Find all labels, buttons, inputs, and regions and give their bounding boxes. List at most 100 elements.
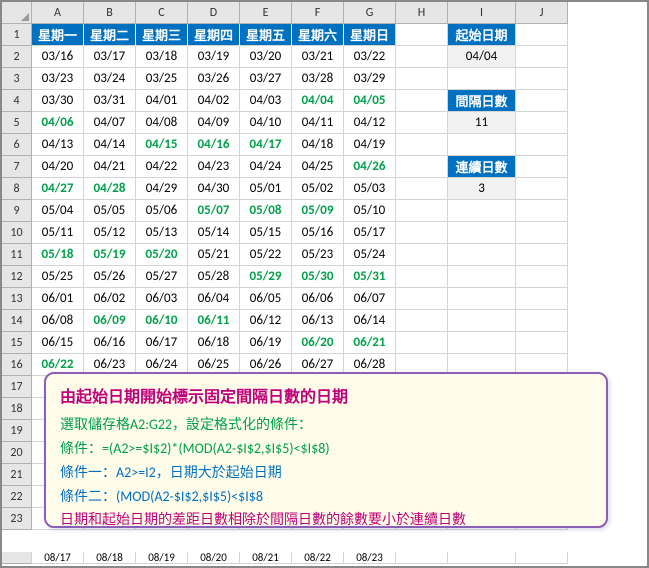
row-header[interactable]: 14 [2, 310, 32, 332]
col-header[interactable]: D [188, 2, 240, 24]
cell[interactable] [448, 310, 516, 332]
date-cell[interactable]: 06/04 [188, 288, 240, 310]
date-cell[interactable]: 06/02 [84, 288, 136, 310]
date-cell[interactable]: 05/18 [32, 244, 84, 266]
weekday-header[interactable]: 星期五 [240, 24, 292, 46]
date-cell[interactable]: 03/17 [84, 46, 136, 68]
date-cell[interactable]: 04/26 [344, 156, 396, 178]
start-date-value[interactable]: 04/04 [448, 46, 516, 68]
date-cell[interactable]: 03/24 [84, 68, 136, 90]
date-cell[interactable]: 03/19 [188, 46, 240, 68]
cell[interactable] [516, 288, 568, 310]
row-header[interactable]: 23 [2, 508, 32, 530]
date-cell[interactable]: 05/28 [188, 266, 240, 288]
cell[interactable] [516, 310, 568, 332]
row-header[interactable]: 18 [2, 398, 32, 420]
date-cell[interactable]: 06/01 [32, 288, 84, 310]
date-cell[interactable]: 04/17 [240, 134, 292, 156]
cell[interactable] [516, 24, 568, 46]
date-cell[interactable]: 04/07 [84, 112, 136, 134]
date-cell[interactable]: 04/25 [292, 156, 344, 178]
weekday-header[interactable]: 星期四 [188, 24, 240, 46]
cell[interactable] [448, 222, 516, 244]
date-cell[interactable]: 05/19 [84, 244, 136, 266]
date-cell[interactable]: 03/29 [344, 68, 396, 90]
date-cell[interactable]: 05/17 [344, 222, 396, 244]
date-cell[interactable]: 06/15 [32, 332, 84, 354]
date-cell[interactable]: 05/03 [344, 178, 396, 200]
date-cell[interactable]: 05/06 [136, 200, 188, 222]
date-cell[interactable]: 05/22 [240, 244, 292, 266]
date-cell[interactable]: 03/16 [32, 46, 84, 68]
row-header[interactable]: 13 [2, 288, 32, 310]
row-header[interactable]: 22 [2, 486, 32, 508]
date-cell[interactable]: 06/20 [292, 332, 344, 354]
date-cell[interactable]: 06/07 [344, 288, 396, 310]
col-header[interactable]: B [84, 2, 136, 24]
date-cell[interactable]: 04/14 [84, 134, 136, 156]
date-cell[interactable]: 06/11 [188, 310, 240, 332]
date-cell[interactable]: 03/20 [240, 46, 292, 68]
date-cell[interactable]: 04/19 [344, 134, 396, 156]
cell[interactable] [396, 24, 448, 46]
date-cell[interactable]: 05/20 [136, 244, 188, 266]
date-cell[interactable]: 06/10 [136, 310, 188, 332]
date-cell[interactable]: 04/24 [240, 156, 292, 178]
date-cell[interactable]: 06/17 [136, 332, 188, 354]
cell[interactable] [396, 68, 448, 90]
date-cell[interactable]: 04/06 [32, 112, 84, 134]
cell[interactable] [516, 46, 568, 68]
date-cell[interactable]: 03/31 [84, 90, 136, 112]
weekday-header[interactable]: 星期六 [292, 24, 344, 46]
cell[interactable] [516, 156, 568, 178]
date-cell[interactable]: 04/05 [344, 90, 396, 112]
date-cell[interactable]: 06/05 [240, 288, 292, 310]
cell[interactable] [516, 134, 568, 156]
cell[interactable] [516, 112, 568, 134]
col-header[interactable]: G [344, 2, 396, 24]
row-header[interactable]: 12 [2, 266, 32, 288]
date-cell[interactable]: 06/09 [84, 310, 136, 332]
weekday-header[interactable]: 星期日 [344, 24, 396, 46]
cell[interactable] [448, 68, 516, 90]
date-cell[interactable]: 04/10 [240, 112, 292, 134]
date-cell[interactable]: 04/04 [292, 90, 344, 112]
date-cell[interactable]: 06/18 [188, 332, 240, 354]
date-cell[interactable]: 04/08 [136, 112, 188, 134]
cell[interactable] [448, 200, 516, 222]
date-cell[interactable]: 05/30 [292, 266, 344, 288]
col-header[interactable]: H [396, 2, 448, 24]
row-header[interactable]: 15 [2, 332, 32, 354]
row-header[interactable]: 5 [2, 112, 32, 134]
date-cell[interactable]: 05/11 [32, 222, 84, 244]
row-header[interactable]: 21 [2, 464, 32, 486]
date-cell[interactable]: 05/05 [84, 200, 136, 222]
consec-label[interactable]: 連續日數 [448, 156, 516, 178]
date-cell[interactable]: 06/08 [32, 310, 84, 332]
date-cell[interactable]: 06/16 [84, 332, 136, 354]
cell[interactable] [448, 266, 516, 288]
date-cell[interactable]: 05/12 [84, 222, 136, 244]
date-cell[interactable]: 03/30 [32, 90, 84, 112]
date-cell[interactable]: 04/22 [136, 156, 188, 178]
date-cell[interactable]: 04/18 [292, 134, 344, 156]
date-cell[interactable]: 04/20 [32, 156, 84, 178]
date-cell[interactable]: 06/03 [136, 288, 188, 310]
cell[interactable] [448, 134, 516, 156]
row-header[interactable]: 3 [2, 68, 32, 90]
date-cell[interactable]: 05/10 [344, 200, 396, 222]
date-cell[interactable]: 04/12 [344, 112, 396, 134]
cell[interactable] [396, 266, 448, 288]
interval-label[interactable]: 間隔日數 [448, 90, 516, 112]
col-header[interactable]: J [516, 2, 568, 24]
consec-value[interactable]: 3 [448, 178, 516, 200]
date-cell[interactable]: 06/14 [344, 310, 396, 332]
cell[interactable] [516, 222, 568, 244]
date-cell[interactable]: 06/06 [292, 288, 344, 310]
date-cell[interactable]: 04/27 [32, 178, 84, 200]
cell[interactable] [396, 200, 448, 222]
row-header[interactable]: 7 [2, 156, 32, 178]
cell[interactable] [396, 46, 448, 68]
date-cell[interactable]: 05/26 [84, 266, 136, 288]
cell[interactable] [516, 178, 568, 200]
